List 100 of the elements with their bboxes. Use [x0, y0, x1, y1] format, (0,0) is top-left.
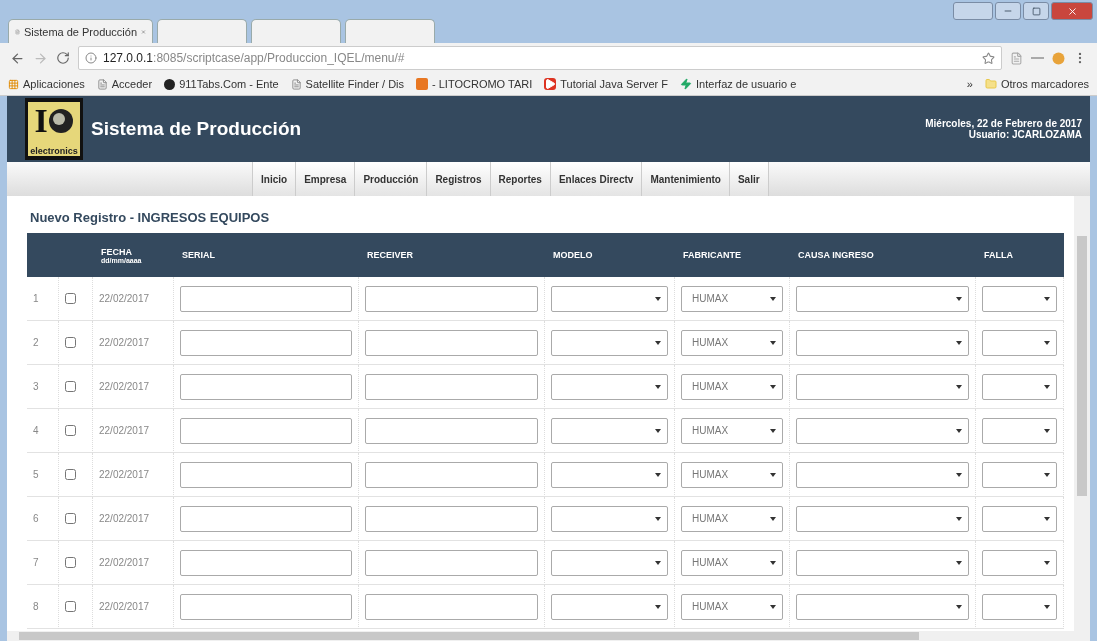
receiver-field[interactable] — [365, 461, 538, 488]
select-field[interactable] — [551, 373, 668, 400]
select-field[interactable] — [796, 593, 969, 620]
star-icon[interactable] — [982, 51, 995, 65]
back-button[interactable] — [10, 50, 25, 66]
close-button[interactable] — [1051, 2, 1093, 20]
serial-field[interactable] — [180, 461, 352, 488]
select-field[interactable] — [551, 285, 668, 312]
serial-field[interactable] — [180, 549, 352, 576]
row-checkbox[interactable] — [65, 601, 76, 612]
select-field[interactable] — [796, 329, 969, 356]
select-field[interactable]: HUMAX — [681, 417, 783, 444]
select-field[interactable]: HUMAX — [681, 461, 783, 488]
select-field[interactable]: HUMAX — [681, 329, 783, 356]
select-field[interactable] — [551, 329, 668, 356]
more-bookmarks-button[interactable]: » — [966, 78, 973, 90]
receiver-field[interactable] — [365, 373, 538, 400]
browser-tab[interactable] — [345, 19, 435, 43]
serial-field[interactable] — [180, 373, 352, 400]
row-checkbox[interactable] — [65, 469, 76, 480]
select-field[interactable] — [796, 285, 969, 312]
extension-button[interactable] — [1010, 51, 1023, 65]
bookmark-link[interactable]: 911Tabs.Com - Ente — [164, 78, 279, 90]
select-field[interactable] — [796, 505, 969, 532]
vertical-scrollbar[interactable] — [1074, 196, 1090, 631]
select-field[interactable] — [796, 461, 969, 488]
select-field[interactable] — [982, 593, 1057, 620]
receiver-field[interactable] — [365, 549, 538, 576]
menu-item[interactable]: Empresa — [295, 162, 355, 196]
bookmark-link[interactable]: Aplicaciones — [8, 78, 85, 90]
receiver-field[interactable] — [365, 593, 538, 620]
menu-item[interactable]: Salir — [728, 162, 769, 196]
address-bar[interactable]: 127.0.0.1:8085/scriptcase/app/Produccion_IQEL/menu/# — [78, 46, 1002, 70]
row-checkbox[interactable] — [65, 293, 76, 304]
row-checkbox[interactable] — [65, 425, 76, 436]
horizontal-scrollbar[interactable] — [7, 631, 1090, 641]
menu-item[interactable]: Inicio — [252, 162, 296, 196]
select-field[interactable] — [982, 329, 1057, 356]
menu-item[interactable]: Producción — [354, 162, 427, 196]
menu-item[interactable]: Registros — [426, 162, 490, 196]
receiver-field[interactable] — [365, 285, 538, 312]
select-field[interactable] — [982, 417, 1057, 444]
caret-icon — [956, 560, 962, 565]
select-field[interactable] — [796, 373, 969, 400]
select-field[interactable] — [551, 549, 668, 576]
receiver-field[interactable] — [365, 505, 538, 532]
select-field[interactable]: HUMAX — [681, 505, 783, 532]
row-checkbox[interactable] — [65, 381, 76, 392]
select-field[interactable] — [551, 593, 668, 620]
select-field[interactable] — [551, 461, 668, 488]
minimize-button[interactable] — [995, 2, 1021, 20]
select-field[interactable] — [982, 549, 1057, 576]
reload-button[interactable] — [56, 51, 70, 65]
bookmark-link[interactable]: Acceder — [96, 78, 153, 90]
bookmark-link[interactable]: - LITOCROMO TARI — [416, 78, 533, 90]
select-field[interactable]: HUMAX — [681, 285, 783, 312]
menu-item[interactable]: Mantenimiento — [641, 162, 729, 196]
select-field[interactable] — [982, 373, 1057, 400]
bookmark-link[interactable]: Tutorial Java Server F — [544, 78, 669, 90]
row-number: 7 — [27, 541, 59, 585]
browser-tab[interactable]: Sistema de Producción — [8, 19, 153, 43]
select-field[interactable]: HUMAX — [681, 593, 783, 620]
serial-field[interactable] — [180, 329, 352, 356]
extension-button[interactable] — [1052, 51, 1065, 65]
row-number: 6 — [27, 497, 59, 541]
menu-item[interactable]: Enlaces Directv — [549, 162, 642, 196]
page-icon — [1010, 51, 1023, 65]
bookmark-folder[interactable]: Otros marcadores — [984, 78, 1089, 90]
bookmark-link[interactable]: Interfaz de usuario e — [680, 78, 797, 90]
serial-field[interactable] — [180, 505, 352, 532]
select-field[interactable]: HUMAX — [681, 373, 783, 400]
serial-field[interactable] — [180, 593, 352, 620]
caret-icon — [655, 340, 661, 345]
menu-item[interactable]: Reportes — [489, 162, 550, 196]
select-field[interactable]: HUMAX — [681, 549, 783, 576]
maximize-icon — [1031, 6, 1041, 16]
select-field[interactable] — [982, 461, 1057, 488]
row-checkbox[interactable] — [65, 513, 76, 524]
select-field[interactable] — [796, 417, 969, 444]
dash-icon — [1031, 57, 1044, 59]
browser-tab[interactable] — [157, 19, 247, 43]
forward-button[interactable] — [33, 50, 48, 66]
receiver-field[interactable] — [365, 417, 538, 444]
bookmark-link[interactable]: Satellite Finder / Dis — [290, 78, 405, 90]
browser-tab[interactable] — [251, 19, 341, 43]
select-field[interactable] — [982, 505, 1057, 532]
select-field[interactable] — [796, 549, 969, 576]
maximize-button[interactable] — [1023, 2, 1049, 20]
row-checkbox[interactable] — [65, 557, 76, 568]
select-field[interactable] — [551, 505, 668, 532]
caret-icon — [956, 516, 962, 521]
select-field[interactable] — [551, 417, 668, 444]
row-checkbox[interactable] — [65, 337, 76, 348]
serial-field[interactable] — [180, 417, 352, 444]
caret-icon — [1044, 340, 1050, 345]
row-number: 2 — [27, 321, 59, 365]
receiver-field[interactable] — [365, 329, 538, 356]
select-field[interactable] — [982, 285, 1057, 312]
serial-field[interactable] — [180, 285, 352, 312]
window-button[interactable] — [953, 2, 993, 20]
